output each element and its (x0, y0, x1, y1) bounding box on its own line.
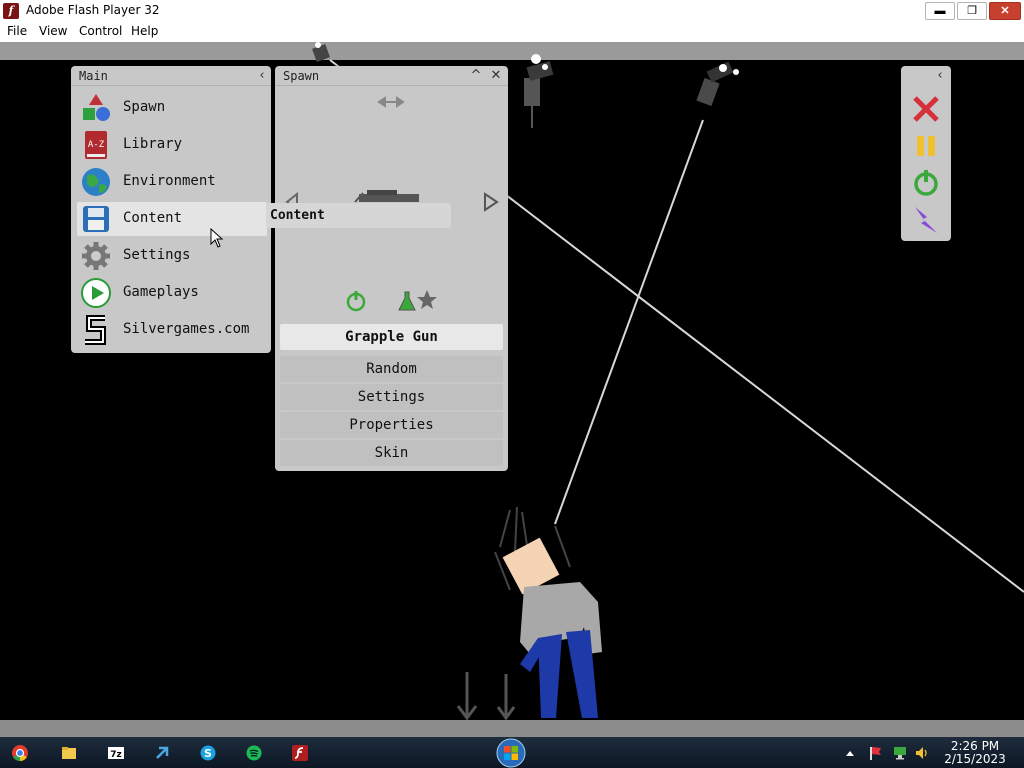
spawn-settings-button[interactable]: Settings (280, 384, 503, 410)
shapes-icon (83, 94, 110, 121)
grapple-gun-item-button[interactable]: Grapple Gun (280, 324, 503, 350)
pause-icon[interactable] (909, 129, 943, 163)
globe-icon (82, 168, 110, 196)
main-collapse-button[interactable]: ‹ (253, 67, 271, 85)
menu-view[interactable]: View (39, 24, 67, 38)
main-panel-title: Main (79, 69, 108, 83)
clock-date: 2/15/2023 (944, 752, 1006, 766)
flash-player-icon[interactable] (288, 741, 312, 765)
tool-collapse-button[interactable]: ‹ (931, 67, 949, 85)
main-item-settings[interactable]: Settings (77, 239, 267, 273)
flag-icon[interactable] (868, 746, 882, 760)
spawn-minimize-button[interactable]: ^ (467, 67, 485, 85)
tool-panel: ‹ (901, 66, 951, 241)
menu-bar: File View Control Help (0, 22, 1024, 42)
power-icon[interactable] (346, 291, 366, 312)
spawn-settings-label: Settings (357, 389, 426, 405)
svg-text:A-Z: A-Z (88, 140, 105, 150)
spawn-panel-header: Spawn ^ ✕ (275, 66, 508, 86)
grapple-rope (554, 119, 704, 525)
volume-icon[interactable] (915, 746, 929, 760)
menu-control[interactable]: Control (79, 24, 122, 38)
content-tooltip: Content (266, 203, 451, 228)
turret-device (524, 54, 554, 128)
restore-button[interactable]: ❐ (957, 2, 987, 20)
properties-button[interactable]: Properties (280, 412, 503, 438)
title-bar: f Adobe Flash Player 32 ▬ ❐ ✕ (0, 0, 1024, 22)
ground (0, 720, 1024, 737)
tooltip-text: Content (270, 208, 325, 223)
show-hidden-icon[interactable] (843, 746, 857, 760)
main-item-spawn[interactable]: Spawn (77, 91, 267, 125)
ragdoll-character (494, 506, 602, 718)
turret-device (312, 42, 330, 62)
spawn-panel-title: Spawn (283, 69, 320, 83)
main-item-content[interactable]: Content (77, 202, 267, 236)
gear-icon (82, 242, 110, 270)
close-button[interactable]: ✕ (989, 2, 1021, 20)
flash-player-window: f Adobe Flash Player 32 ▬ ❐ ✕ File View … (0, 0, 1024, 768)
floppy-disk-icon (83, 206, 109, 232)
flask-star-icon[interactable] (398, 290, 437, 311)
skin-label: Skin (374, 445, 409, 461)
spawn-panel: Spawn ^ ✕ Grapple Gun Random Settings Pr… (275, 66, 508, 471)
skin-button[interactable]: Skin (280, 440, 503, 466)
game-canvas[interactable]: Main ‹ Spawn A-Z Library Environment Con… (0, 42, 1024, 737)
network-icon[interactable] (893, 746, 907, 760)
main-item-library[interactable]: A-Z Library (77, 128, 267, 162)
chrome-icon[interactable] (8, 741, 32, 765)
silvergames-logo-icon (85, 315, 106, 345)
power-icon[interactable] (909, 166, 943, 200)
main-item-silvergames[interactable]: Silvergames.com (77, 313, 267, 347)
window-title: Adobe Flash Player 32 (26, 3, 160, 17)
menu-help[interactable]: Help (131, 24, 158, 38)
main-item-label: Spawn (123, 99, 166, 115)
main-item-label: Library (123, 136, 183, 152)
grapple-gun-preview (354, 190, 419, 203)
move-arrows-icon (377, 96, 405, 108)
spawn-close-button[interactable]: ✕ (487, 67, 505, 85)
taskbar: 7z S 2:26 PM 2/15/2023 (0, 737, 1024, 768)
windows-start-button[interactable] (492, 737, 530, 768)
svg-text:S: S (204, 747, 212, 760)
main-panel-header: Main ‹ (71, 66, 271, 86)
random-button[interactable]: Random (280, 356, 503, 382)
grapple-gun-label: Grapple Gun (345, 329, 438, 345)
main-panel: Main ‹ Spawn A-Z Library Environment Con… (71, 66, 271, 353)
main-item-label: Content (123, 210, 183, 226)
main-item-label: Gameplays (123, 284, 199, 300)
main-item-gameplays[interactable]: Gameplays (77, 276, 267, 310)
arrow-stuck (456, 672, 516, 721)
delete-x-icon[interactable] (909, 92, 943, 126)
mouse-cursor (210, 228, 224, 248)
svg-text:7z: 7z (110, 750, 122, 760)
minimize-button[interactable]: ▬ (925, 2, 955, 20)
skype-icon[interactable]: S (196, 741, 220, 765)
system-clock[interactable]: 2:26 PM 2/15/2023 (940, 740, 1010, 766)
turret-device (696, 61, 739, 107)
menu-file[interactable]: File (7, 24, 27, 38)
spotify-icon[interactable] (242, 741, 266, 765)
edge-legacy-icon[interactable] (150, 741, 174, 765)
main-item-environment[interactable]: Environment (77, 165, 267, 199)
a-z-book-icon: A-Z (85, 131, 107, 159)
play-icon (81, 278, 111, 308)
lightning-icon[interactable] (909, 203, 943, 237)
properties-label: Properties (349, 417, 434, 433)
main-item-label: Settings (123, 247, 191, 263)
folder-icon[interactable] (57, 741, 81, 765)
7zip-icon[interactable]: 7z (104, 741, 128, 765)
main-item-label: Silvergames.com (123, 321, 250, 337)
flash-app-icon: f (3, 3, 19, 19)
next-item-arrow[interactable] (484, 192, 499, 212)
random-label: Random (366, 361, 417, 377)
main-item-label: Environment (123, 173, 216, 189)
